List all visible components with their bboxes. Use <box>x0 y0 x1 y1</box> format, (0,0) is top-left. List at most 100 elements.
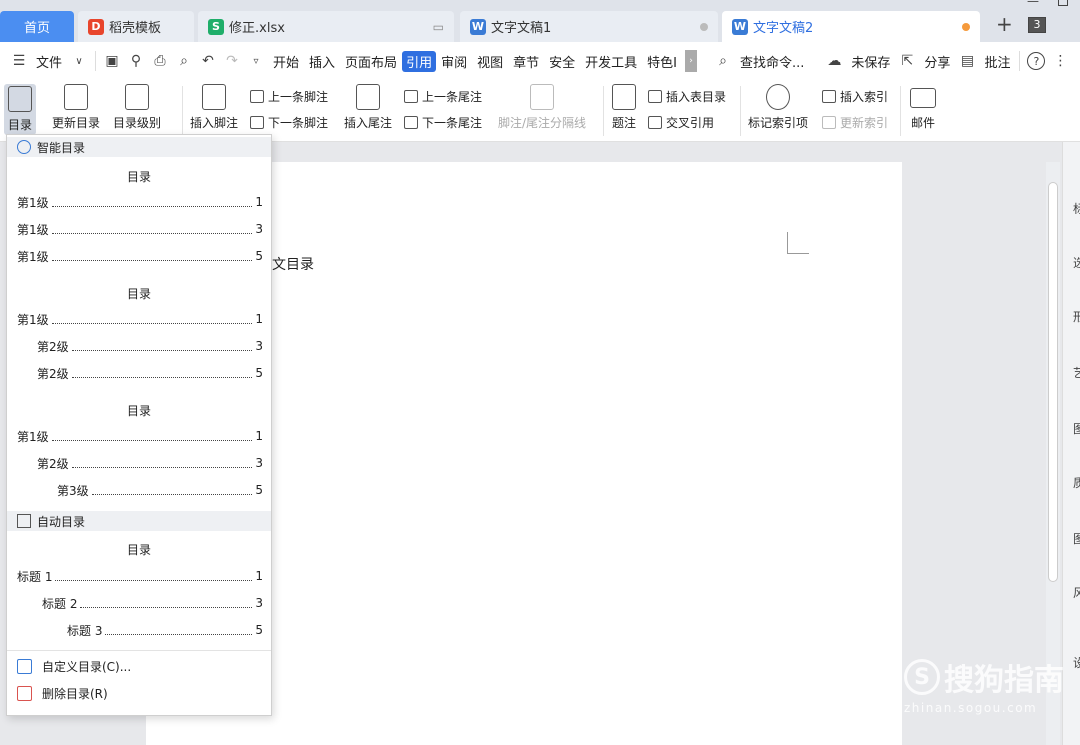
menu-section[interactable]: 章节 <box>508 52 544 71</box>
prev-endnote-button[interactable]: 上一条尾注 <box>404 88 482 105</box>
share-button[interactable]: 分享 <box>919 52 955 71</box>
more-icon[interactable]: ⋮ <box>1051 52 1069 70</box>
cross-reference-icon <box>648 116 662 129</box>
toc-preview-row[interactable]: 标题 1 1 <box>17 568 263 584</box>
insert-endnote-button[interactable]: 插入尾注 <box>344 84 392 131</box>
mark-index-button[interactable]: 标记索引项 <box>748 84 808 131</box>
undo-icon[interactable]: ↶ <box>199 52 217 70</box>
tab-doc1[interactable]: W 文字文稿1 <box>460 11 718 42</box>
toc-preview-row[interactable]: 第1级 1 <box>17 428 263 444</box>
toc-preview-row[interactable]: 第1级 3 <box>17 221 263 237</box>
tab-docer[interactable]: D 稻壳模板 <box>78 11 194 42</box>
menu-insert[interactable]: 插入 <box>304 52 340 71</box>
update-index-label: 更新索引 <box>840 116 889 130</box>
menu-review[interactable]: 审阅 <box>436 52 472 71</box>
prev-footnote-button[interactable]: 上一条脚注 <box>250 88 328 105</box>
comment-button[interactable]: 批注 <box>979 52 1015 71</box>
toc-button[interactable]: 目录 <box>4 84 37 135</box>
tab-xlsx[interactable]: S 修正.xlsx ▭ <box>198 11 454 42</box>
toc-preview-row[interactable]: 标题 3 5 <box>67 622 263 638</box>
unsaved-status[interactable]: 未保存 <box>846 52 895 71</box>
panel-item[interactable]: 图 <box>1073 420 1080 437</box>
prev-endnote-label: 上一条尾注 <box>422 90 483 104</box>
command-search[interactable]: 查找命令... <box>735 52 809 71</box>
format-painter-icon[interactable]: ⚲ <box>127 52 145 70</box>
tab-count-badge[interactable]: 3 <box>1028 17 1046 33</box>
panel-item[interactable]: 质 <box>1073 474 1080 491</box>
toc-preview-row[interactable]: 第1级 1 <box>17 311 263 327</box>
tab-dot-icon <box>700 22 708 31</box>
unsaved-dot-icon <box>962 22 970 31</box>
scrollbar-thumb[interactable] <box>1048 182 1058 582</box>
toc-preview-row[interactable]: 第1级 1 <box>17 194 263 210</box>
mark-index-icon <box>766 84 790 110</box>
row-label: 第1级 <box>17 249 49 264</box>
row-page: 1 <box>255 429 263 443</box>
menu-page-layout[interactable]: 页面布局 <box>340 52 402 71</box>
insert-index-button[interactable]: 插入索引 <box>822 88 888 105</box>
chevron-down-icon[interactable]: ∨ <box>70 52 88 70</box>
toc-preview-row[interactable]: 第2级 3 <box>37 455 263 471</box>
cross-reference-button[interactable]: 交叉引用 <box>648 114 714 131</box>
smart-toc-icon <box>17 140 31 154</box>
menu-home[interactable]: 开始 <box>268 52 304 71</box>
next-footnote-label: 下一条脚注 <box>268 116 329 130</box>
next-endnote-button[interactable]: 下一条尾注 <box>404 114 482 131</box>
table-toc-icon <box>648 90 662 103</box>
panel-item[interactable]: 图 <box>1073 530 1080 547</box>
toc-level-button[interactable]: 目录级别 <box>113 84 161 131</box>
menu-developer[interactable]: 开发工具 <box>580 52 642 71</box>
panel-item[interactable]: 设 <box>1073 654 1080 671</box>
tab-doc2[interactable]: W 文字文稿2 <box>722 11 980 42</box>
row-label: 标题 1 <box>17 569 53 584</box>
custom-toc-item[interactable]: 自定义目录(C)... <box>17 658 131 675</box>
tab-home[interactable]: 首页 <box>0 11 74 42</box>
insert-footnote-button[interactable]: 插入脚注 <box>190 84 238 131</box>
delete-toc-item[interactable]: 删除目录(R) <box>17 685 108 702</box>
save-icon[interactable]: ▣ <box>103 52 121 70</box>
customize-icon[interactable]: ▿ <box>247 52 265 70</box>
panel-item[interactable]: 艺 <box>1073 364 1080 381</box>
row-page: 3 <box>255 339 263 353</box>
auto-toc-label: 自动目录 <box>37 514 86 529</box>
toc-preview-row[interactable]: 第3级 5 <box>57 482 263 498</box>
help-icon[interactable]: ? <box>1027 52 1046 70</box>
spreadsheet-icon: S <box>208 18 224 35</box>
row-page: 1 <box>255 569 263 583</box>
panel-item[interactable]: 风 <box>1073 584 1080 601</box>
row-page: 3 <box>255 596 263 610</box>
leader-dots <box>71 466 253 468</box>
leader-dots <box>51 322 253 324</box>
caption-button[interactable]: 题注 <box>612 84 636 131</box>
update-toc-button[interactable]: 更新目录 <box>52 84 100 131</box>
menu-features[interactable]: 特色I <box>642 52 682 71</box>
toc-preview-row[interactable]: 第2级 3 <box>37 338 263 354</box>
panel-item[interactable]: 形 <box>1073 308 1080 325</box>
toc-preview-row[interactable]: 第2级 5 <box>37 365 263 381</box>
maximize-icon[interactable] <box>1058 0 1068 6</box>
new-tab-icon[interactable]: + <box>996 12 1013 36</box>
tab-label: 首页 <box>23 21 50 36</box>
print-preview-icon[interactable]: ⌕ <box>175 52 193 70</box>
edit-icon <box>17 659 32 674</box>
scroll-right-icon[interactable]: › <box>685 50 697 72</box>
divider <box>1019 51 1021 71</box>
print-icon[interactable]: ⎙ <box>151 52 169 70</box>
toc-preview-row[interactable]: 标题 2 3 <box>42 595 263 611</box>
insert-index-label: 插入索引 <box>840 90 889 104</box>
menu-file[interactable]: 文件 <box>31 52 67 71</box>
mail-button[interactable]: 邮件 <box>910 84 936 131</box>
panel-item[interactable]: 标 <box>1073 200 1080 217</box>
panel-item[interactable]: 选 <box>1073 254 1080 271</box>
toc-preview-row[interactable]: 第1级 5 <box>17 248 263 264</box>
minimize-icon[interactable]: — <box>1027 0 1039 8</box>
document-text[interactable]: 文目录 <box>272 254 314 274</box>
next-footnote-button[interactable]: 下一条脚注 <box>250 114 328 131</box>
insert-table-toc-button[interactable]: 插入表目录 <box>648 88 726 105</box>
menu-view[interactable]: 视图 <box>472 52 508 71</box>
menu-references[interactable]: 引用 <box>402 50 437 72</box>
menu-security[interactable]: 安全 <box>544 52 580 71</box>
prev-footnote-icon <box>250 90 264 103</box>
hamburger-icon[interactable]: ☰ <box>10 52 28 70</box>
toc-preview-title: 目录 <box>126 170 151 184</box>
